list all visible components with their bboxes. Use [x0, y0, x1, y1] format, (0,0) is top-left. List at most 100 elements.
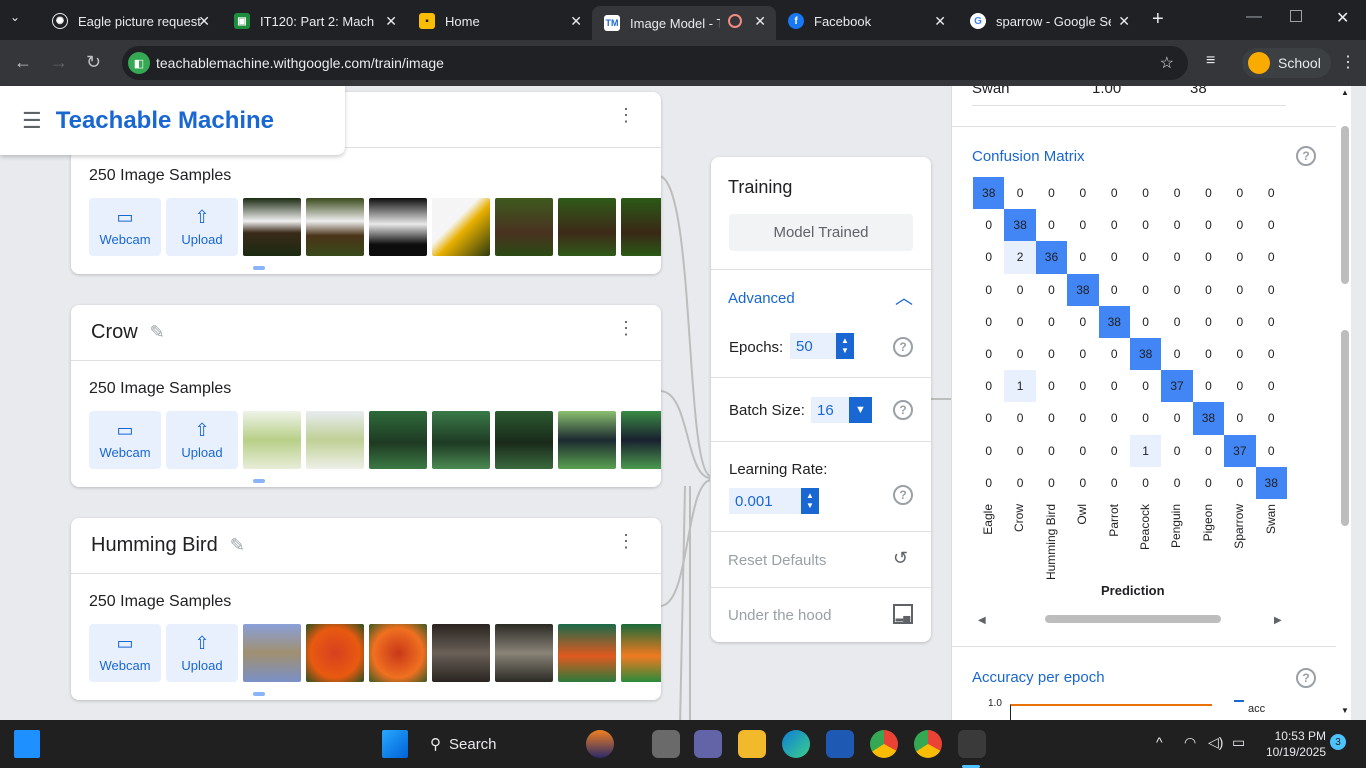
arrow-down-icon[interactable]: ▼	[841, 346, 849, 356]
sample-image[interactable]	[369, 624, 427, 682]
close-tab-icon[interactable]: ✕	[570, 13, 582, 30]
battery-icon[interactable]: ▭	[1232, 734, 1245, 751]
under-the-hood-button[interactable]: Under the hood ▂▄	[711, 587, 931, 642]
close-tab-icon[interactable]: ✕	[934, 13, 946, 30]
tab-facebook[interactable]: f Facebook ✕	[776, 6, 956, 36]
help-icon[interactable]: ?	[893, 400, 913, 420]
close-tab-icon[interactable]: ✕	[1118, 13, 1130, 30]
help-icon[interactable]: ?	[893, 337, 913, 357]
widgets-icon[interactable]	[14, 730, 40, 758]
thumbnail-scrollbar[interactable]	[247, 692, 657, 696]
forward-icon[interactable]: →	[50, 52, 68, 73]
arrow-down-icon[interactable]: ▼	[806, 501, 814, 511]
tab-search-icon[interactable]: ⌄	[10, 10, 20, 24]
file-explorer-icon[interactable]	[738, 730, 766, 758]
maximize-icon[interactable]	[1290, 10, 1302, 22]
app-title[interactable]: Teachable Machine	[56, 107, 274, 135]
help-icon[interactable]: ?	[893, 485, 913, 505]
tab-it120[interactable]: ▣ IT120: Part 2: Machine ✕	[222, 6, 407, 36]
chrome-icon[interactable]	[870, 730, 898, 758]
tab-eagle-picture[interactable]: ✺ Eagle picture request ✕	[40, 6, 220, 36]
hamburger-menu-icon[interactable]: ☰	[22, 108, 42, 134]
class-name[interactable]: Humming Bird	[91, 534, 218, 557]
edit-pencil-icon[interactable]: ✎	[150, 322, 165, 343]
close-tab-icon[interactable]: ✕	[754, 13, 766, 30]
store-icon[interactable]	[826, 730, 854, 758]
epochs-stepper[interactable]: ▲ ▼	[836, 333, 854, 359]
tab-sparrow[interactable]: G sparrow - Google Sea ✕	[958, 6, 1140, 36]
horizontal-scrollbar-thumb[interactable]	[1045, 615, 1221, 623]
sample-image[interactable]	[621, 411, 661, 469]
close-tab-icon[interactable]: ✕	[385, 13, 397, 30]
sample-image[interactable]	[369, 198, 427, 256]
arrow-up-icon[interactable]: ▲	[841, 336, 849, 346]
profile-button[interactable]: School	[1242, 48, 1331, 78]
sample-image[interactable]	[369, 411, 427, 469]
media-control-icon[interactable]: ≡	[1206, 52, 1215, 70]
scroll-left-icon[interactable]: ◀	[978, 615, 986, 626]
wifi-icon[interactable]: ◠	[1184, 734, 1196, 751]
chrome-profile-icon[interactable]	[914, 730, 942, 758]
taskbar-search[interactable]: ⚲ Search	[420, 728, 570, 760]
teams-icon[interactable]	[694, 730, 722, 758]
sample-image[interactable]	[621, 624, 661, 682]
sample-image[interactable]	[432, 411, 490, 469]
sample-image[interactable]	[558, 411, 616, 469]
tab-home[interactable]: ▪ Home ✕	[407, 6, 592, 36]
upload-button[interactable]: ⇧ Upload	[166, 198, 238, 256]
sample-image[interactable]	[432, 624, 490, 682]
close-tab-icon[interactable]: ✕	[198, 13, 210, 30]
class-name[interactable]: Crow	[91, 321, 138, 344]
scroll-up-icon[interactable]: ▲	[1341, 88, 1349, 97]
sample-image[interactable]	[558, 198, 616, 256]
new-tab-icon[interactable]: +	[1152, 8, 1164, 31]
url-bar[interactable]: ◧ teachablemachine.withgoogle.com/train/…	[122, 46, 1188, 80]
webcam-button[interactable]: ▭ Webcam	[89, 624, 161, 682]
more-options-icon[interactable]: ⋮	[617, 319, 635, 337]
windows-start-icon[interactable]	[382, 730, 408, 758]
reset-defaults-button[interactable]: Reset Defaults ↺	[711, 531, 931, 587]
edit-pencil-icon[interactable]: ✎	[230, 535, 245, 556]
webcam-button[interactable]: ▭ Webcam	[89, 411, 161, 469]
sample-image[interactable]	[243, 411, 301, 469]
sample-image[interactable]	[432, 198, 490, 256]
more-options-icon[interactable]: ⋮	[617, 106, 635, 124]
sample-image[interactable]	[495, 411, 553, 469]
task-view-icon[interactable]	[652, 730, 680, 758]
help-icon[interactable]: ?	[1296, 146, 1316, 166]
notification-badge[interactable]: 3	[1330, 734, 1346, 750]
sample-image[interactable]	[558, 624, 616, 682]
help-icon[interactable]: ?	[1296, 668, 1316, 688]
scroll-down-icon[interactable]: ▼	[1341, 706, 1349, 715]
vertical-scrollbar-thumb-inner[interactable]	[1341, 330, 1349, 526]
sample-image[interactable]	[243, 198, 301, 256]
sample-image[interactable]	[243, 624, 301, 682]
more-options-icon[interactable]: ⋮	[617, 532, 635, 550]
advanced-toggle[interactable]: Advanced ︿	[711, 269, 931, 329]
sample-image[interactable]	[306, 624, 364, 682]
model-trained-button[interactable]: Model Trained	[729, 214, 913, 251]
thumbnail-scrollbar[interactable]	[247, 266, 657, 270]
sample-image[interactable]	[306, 411, 364, 469]
site-info-icon[interactable]: ◧	[128, 52, 150, 74]
sample-image[interactable]	[495, 198, 553, 256]
close-window-icon[interactable]: ✕	[1336, 8, 1349, 28]
clock[interactable]: 10:53 PM 10/19/2025	[1256, 728, 1326, 760]
chevron-down-icon[interactable]: ▼	[849, 397, 872, 423]
webcam-button[interactable]: ▭ Webcam	[89, 198, 161, 256]
back-icon[interactable]: ←	[14, 52, 32, 73]
sample-image[interactable]	[495, 624, 553, 682]
learning-rate-input[interactable]: 0.001	[729, 488, 801, 514]
sample-image[interactable]	[621, 198, 661, 256]
reload-icon[interactable]: ↻	[86, 52, 101, 73]
volume-icon[interactable]: ◁)	[1208, 734, 1223, 751]
browser-menu-icon[interactable]: ⋮	[1340, 52, 1356, 72]
snipping-tool-icon[interactable]	[958, 730, 986, 758]
arrow-up-icon[interactable]: ▲	[806, 491, 814, 501]
edge-icon[interactable]	[782, 730, 810, 758]
sample-image[interactable]	[306, 198, 364, 256]
epochs-input[interactable]: 50	[790, 333, 836, 359]
thumbnail-scrollbar[interactable]	[247, 479, 657, 483]
tab-image-model[interactable]: TM Image Model - Te ✕	[592, 6, 776, 40]
upload-button[interactable]: ⇧ Upload	[166, 411, 238, 469]
